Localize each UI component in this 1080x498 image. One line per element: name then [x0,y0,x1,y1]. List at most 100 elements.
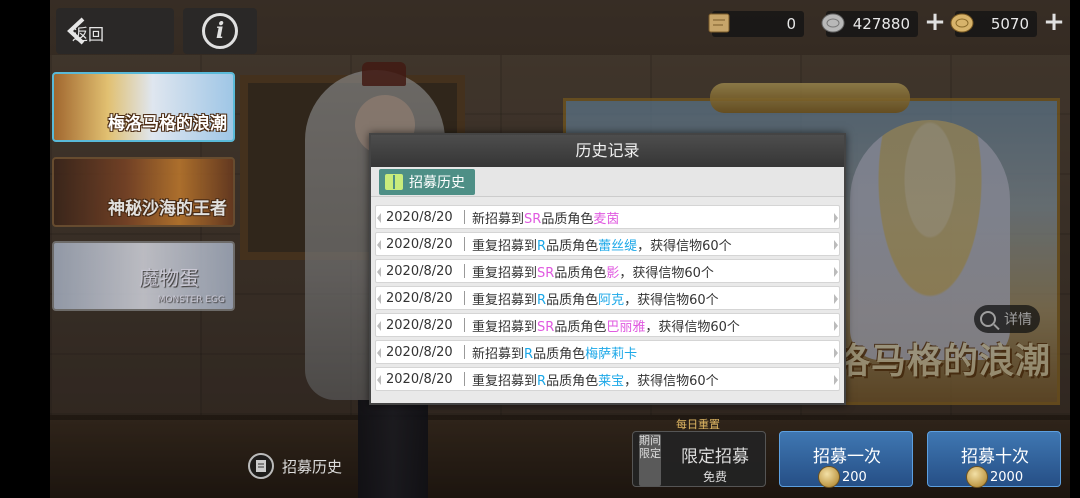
right-letterbox [1070,0,1080,498]
limited-recruit-button[interactable]: 期间限定 限定招募 免费 [632,431,766,487]
row-message: 重复招募到R品质角色莱宝，获得信物60个 [472,370,719,389]
row-right-notch-icon [834,348,838,358]
row-mid: 品质角色 [554,265,607,281]
info-button[interactable]: i [183,8,257,54]
row-mid: 品质角色 [546,373,599,389]
row-right-notch-icon [834,294,838,304]
row-message: 重复招募到SR品质角色影，获得信物60个 [472,262,714,281]
banner-tab-label: 神秘沙海的王者 [108,199,227,219]
scroll-ticket-icon [708,13,730,33]
row-mid: 品质角色 [541,211,594,227]
scroll-value: 0 [786,15,796,33]
row-mid: 品质角色 [546,238,599,254]
recruit-history-link[interactable]: 招募历史 [248,453,342,479]
banner-tab-merlomage[interactable]: 梅洛马格的浪潮 [52,72,235,142]
gold-coin-icon [966,466,988,488]
resource-scroll: 0 [708,11,804,37]
history-row: 2020/8/20 重复招募到R品质角色阿克，获得信物60个 [375,286,840,310]
row-rarity: R [537,292,547,308]
row-right-notch-icon [834,213,838,223]
modal-tabbar: 招募历史 [371,167,844,197]
row-character-name: 巴丽雅 [606,319,646,335]
row-suffix: ，获得信物60个 [637,238,732,254]
row-right-notch-icon [834,321,838,331]
row-rarity: R [537,373,547,389]
recruit-once-button[interactable]: 招募一次 200 [779,431,913,488]
row-rarity: SR [537,265,555,281]
row-separator [464,318,465,332]
row-prefix: 重复招募到 [472,265,538,281]
history-row: 2020/8/20 重复招募到SR品质角色巴丽雅，获得信物60个 [375,313,840,337]
daily-reset-label: 每日重置 [676,418,720,431]
history-link-label: 招募历史 [282,457,343,476]
banner-tab-desert-king[interactable]: 神秘沙海的王者 [52,157,235,227]
history-row: 2020/8/20 新招募到SR品质角色麦茵 [375,205,840,229]
row-left-notch-icon [377,321,381,331]
history-icon [248,453,274,479]
row-prefix: 新招募到 [472,346,525,362]
row-date: 2020/8/20 [386,371,453,387]
tab-recruit-history[interactable]: 招募历史 [379,169,475,195]
resource-silver: 427880 + [821,9,946,37]
silver-coin-icon [821,13,845,33]
row-separator [464,237,465,251]
info-icon: i [202,13,238,49]
row-message: 新招募到R品质角色梅萨莉卡 [472,343,637,362]
add-gold-button[interactable]: + [1041,9,1067,36]
row-left-notch-icon [377,240,381,250]
row-character-name: 梅萨莉卡 [585,346,638,362]
tab-label: 招募历史 [409,175,465,191]
row-message: 重复招募到SR品质角色巴丽雅，获得信物60个 [472,316,740,335]
row-prefix: 重复招募到 [472,238,538,254]
book-icon [385,174,403,190]
row-separator [464,210,465,224]
row-date: 2020/8/20 [386,317,453,333]
row-character-name: 影 [606,265,620,281]
row-character-name: 蕾丝缇 [598,238,638,254]
limited-title: 限定招募 [681,447,749,467]
row-rarity: SR [524,211,542,227]
row-date: 2020/8/20 [386,344,453,360]
row-suffix: ，获得信物60个 [645,319,740,335]
row-prefix: 新招募到 [472,211,525,227]
row-separator [464,264,465,278]
add-silver-button[interactable]: + [922,9,948,36]
row-separator [464,291,465,305]
recruit-ten-button[interactable]: 招募十次 2000 [927,431,1061,488]
silver-value: 427880 [852,15,910,33]
history-row: 2020/8/20 重复招募到SR品质角色影，获得信物60个 [375,259,840,283]
left-letterbox [0,0,50,498]
row-message: 新招募到SR品质角色麦茵 [472,208,619,227]
row-left-notch-icon [377,348,381,358]
row-left-notch-icon [377,375,381,385]
row-separator [464,372,465,386]
row-rarity: R [524,346,534,362]
row-character-name: 麦茵 [593,211,620,227]
recruit-once-label: 招募一次 [813,447,881,467]
banner-tab-sublabel: MONSTER EGG [157,295,225,305]
back-label: 返回 [72,25,105,44]
row-right-notch-icon [834,240,838,250]
recruit-ten-cost: 2000 [990,470,1024,485]
row-date: 2020/8/20 [386,290,453,306]
recruit-once-cost: 200 [842,470,867,485]
row-right-notch-icon [834,375,838,385]
gold-value: 5070 [990,15,1029,33]
row-message: 重复招募到R品质角色蕾丝缇，获得信物60个 [472,235,732,254]
row-left-notch-icon [377,213,381,223]
row-message: 重复招募到R品质角色阿克，获得信物60个 [472,289,719,308]
gold-coin-icon [818,466,840,488]
limited-tag: 期间限定 [639,434,661,486]
row-mid: 品质角色 [546,292,599,308]
row-left-notch-icon [377,294,381,304]
game-scene: 洛马格的浪潮 详情 返回 i 0 427880 + 5070 + 梅洛马格的浪潮… [0,0,1080,498]
history-row: 2020/8/20 重复招募到R品质角色莱宝，获得信物60个 [375,367,840,391]
row-mid: 品质角色 [554,319,607,335]
banner-tab-label: 魔物蛋 [139,266,199,290]
row-rarity: SR [537,319,555,335]
history-list[interactable]: 2020/8/20 新招募到SR品质角色麦茵 2020/8/20 重复招募到R品质角色… [375,205,840,394]
banner-tab-label: 梅洛马格的浪潮 [108,114,227,134]
row-rarity: R [537,238,547,254]
row-suffix: ，获得信物60个 [624,292,719,308]
banner-tab-monster-egg[interactable]: 魔物蛋 MONSTER EGG [52,241,235,311]
